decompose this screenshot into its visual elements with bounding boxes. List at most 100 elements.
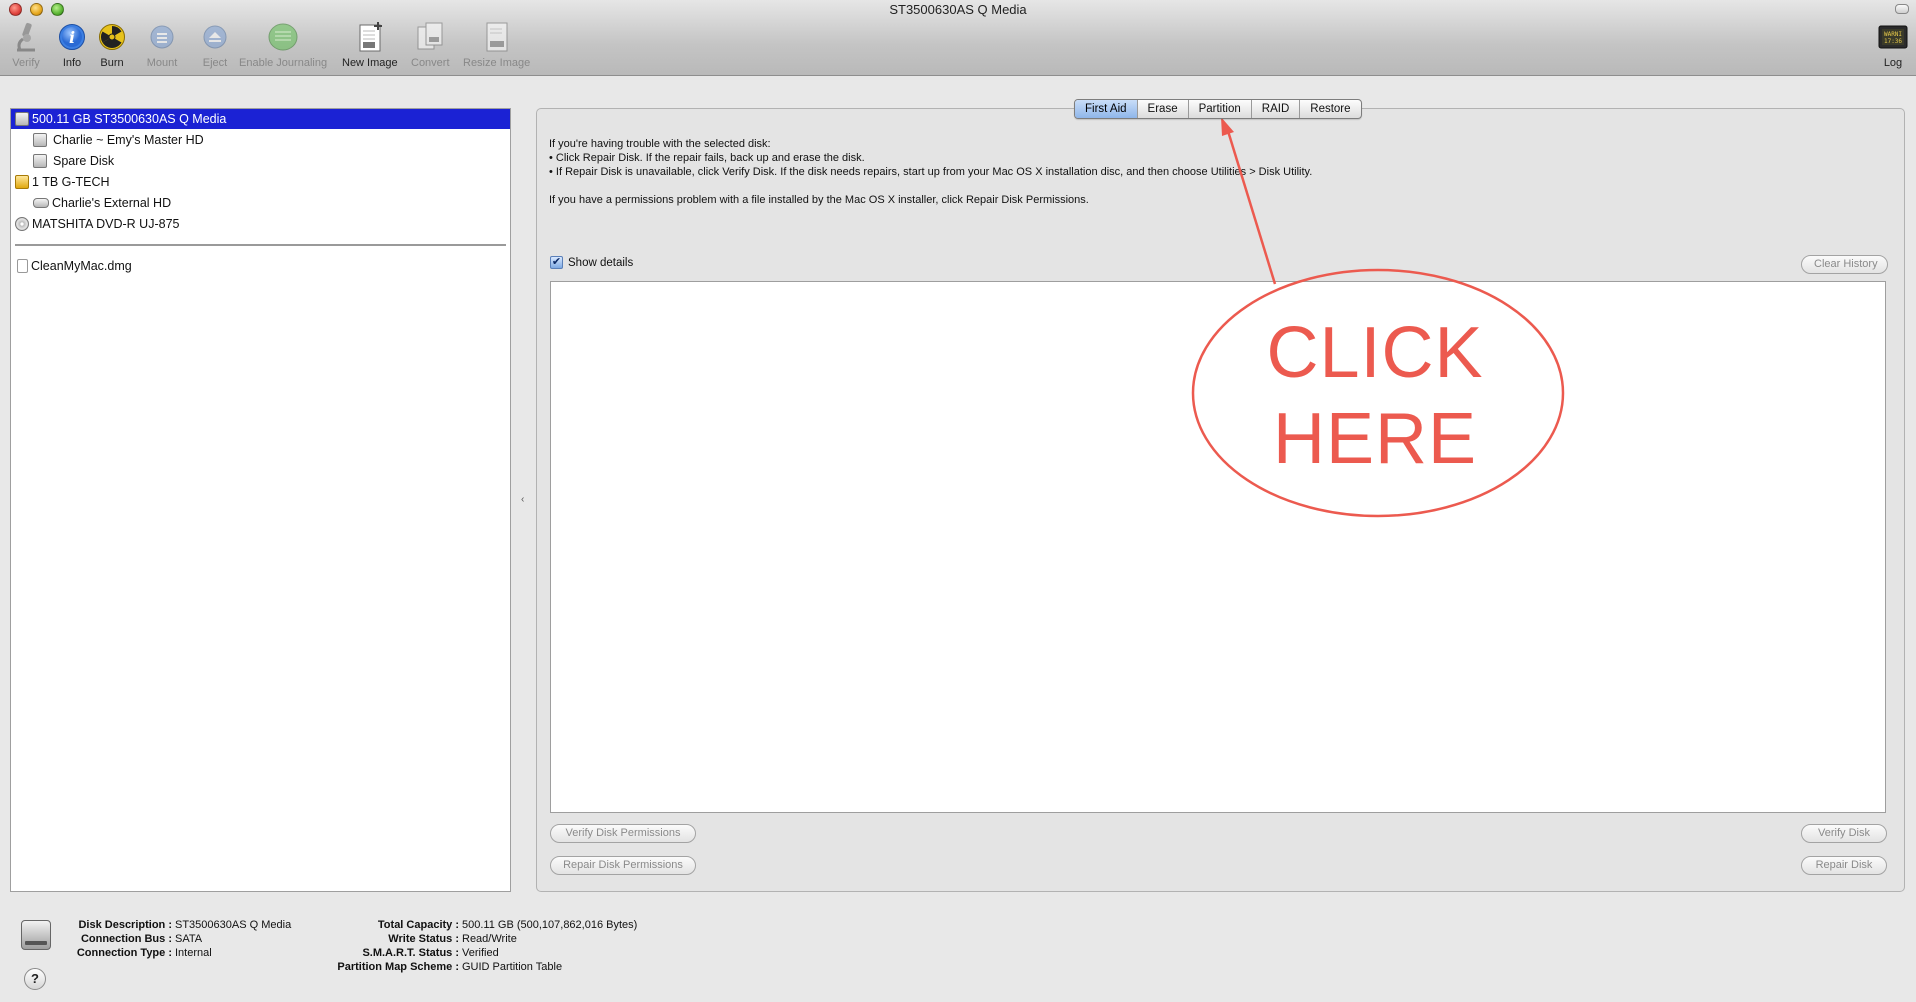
annotation-text-line: CLICK <box>1266 313 1484 393</box>
repair-disk-button[interactable]: Repair Disk <box>1801 856 1887 875</box>
smart-status-row: S.M.A.R.T. Status : Verified <box>320 946 637 960</box>
toolbar: Verify i Info Burn Mount Eject Enable Jo… <box>0 20 1916 76</box>
sidebar-item-label: Charlie ~ Emy's Master HD <box>53 133 204 147</box>
info-key: Disk Description : <box>78 919 172 931</box>
instructions-intro: If you're having trouble with the select… <box>549 138 771 150</box>
new-image-label: New Image <box>342 57 398 69</box>
svg-text:i: i <box>69 28 75 47</box>
info-key: Partition Map Scheme : <box>337 961 459 973</box>
tab-erase[interactable]: Erase <box>1138 100 1189 118</box>
sidebar-item-spare-disk-volume[interactable]: Spare Disk <box>11 151 510 171</box>
verify-label: Verify <box>12 57 40 69</box>
external-drive-icon <box>15 175 29 189</box>
burn-toolbar-button[interactable]: Burn <box>95 20 129 76</box>
mount-toolbar-button[interactable]: Mount <box>145 20 179 76</box>
log-toolbar-button[interactable]: WARNI 17:36 Log <box>1876 20 1910 76</box>
convert-toolbar-button[interactable]: Convert <box>411 20 450 76</box>
sidebar-item-dvd-drive[interactable]: MATSHITA DVD-R UJ-875 <box>11 214 510 234</box>
permissions-note: If you have a permissions problem with a… <box>549 194 1089 206</box>
info-value: GUID Partition Table <box>462 961 563 973</box>
sidebar-item-label: CleanMyMac.dmg <box>31 259 132 273</box>
new-image-icon <box>353 20 387 54</box>
volume-icon <box>33 154 47 168</box>
info-label: Info <box>62 57 82 69</box>
eject-label: Eject <box>202 57 228 69</box>
partition-map-scheme-row: Partition Map Scheme : GUID Partition Ta… <box>320 960 637 974</box>
tab-bar: First Aid Erase Partition RAID Restore <box>1074 99 1362 119</box>
journal-icon <box>266 20 300 54</box>
sidebar-item-external-hd-volume[interactable]: Charlie's External HD <box>11 193 510 213</box>
sidebar-item-st3500630as-disk[interactable]: 500.11 GB ST3500630AS Q Media <box>11 109 510 129</box>
info-value: ST3500630AS Q Media <box>175 919 292 931</box>
mount-label: Mount <box>146 57 178 69</box>
hard-drive-icon <box>15 112 29 126</box>
sidebar-item-label: 1 TB G-TECH <box>32 175 110 189</box>
info-key: Connection Type : <box>76 947 172 959</box>
new-image-toolbar-button[interactable]: New Image <box>342 20 398 76</box>
toolbar-toggle-button[interactable] <box>1895 4 1909 14</box>
tab-restore[interactable]: Restore <box>1300 100 1360 118</box>
first-aid-instructions: If you're having trouble with the select… <box>549 137 1312 207</box>
console-log-icon: WARNI 17:36 <box>1876 20 1910 54</box>
info-value: 500.11 GB (500,107,862,016 Bytes) <box>462 919 638 931</box>
tab-raid[interactable]: RAID <box>1252 100 1301 118</box>
eject-toolbar-button[interactable]: Eject <box>198 20 232 76</box>
info-key: Connection Bus : <box>80 933 172 945</box>
info-key: Total Capacity : <box>377 919 459 931</box>
sidebar-item-g-tech-disk[interactable]: 1 TB G-TECH <box>11 172 510 192</box>
sidebar-item-label: 500.11 GB ST3500630AS Q Media <box>32 112 227 126</box>
convert-label: Convert <box>411 57 450 69</box>
sidebar-item-cleanmymac-image[interactable]: CleanMyMac.dmg <box>11 256 510 276</box>
tab-first-aid[interactable]: First Aid <box>1075 100 1138 118</box>
convert-icon <box>413 20 447 54</box>
info-value: SATA <box>175 933 203 945</box>
split-view-handle[interactable]: ‹ <box>521 494 524 505</box>
disk-info-left: Disk Description : ST3500630AS Q Media C… <box>60 918 291 960</box>
info-key: Write Status : <box>388 933 459 945</box>
window-title: ST3500630AS Q Media <box>889 2 1027 17</box>
show-details-label: Show details <box>568 256 634 269</box>
checkmark-icon: ✔ <box>550 256 563 269</box>
help-button[interactable]: ? <box>24 968 46 990</box>
tab-partition[interactable]: Partition <box>1189 100 1252 118</box>
instructions-bullet: • Click Repair Disk. If the repair fails… <box>549 152 865 164</box>
instructions-bullet: • If Repair Disk is unavailable, click V… <box>549 166 1313 178</box>
resize-image-toolbar-button[interactable]: Resize Image <box>463 20 530 76</box>
show-details-checkbox[interactable]: ✔ Show details <box>550 256 633 269</box>
microscope-icon <box>9 20 43 54</box>
svg-text:WARNI: WARNI <box>1884 31 1902 38</box>
info-value: Read/Write <box>462 933 517 945</box>
connection-bus-row: Connection Bus : SATA <box>60 932 291 946</box>
clear-history-button[interactable]: Clear History <box>1801 255 1888 274</box>
enable-journaling-label: Enable Journaling <box>239 57 328 69</box>
info-toolbar-button[interactable]: i Info <box>55 20 89 76</box>
disk-description-row: Disk Description : ST3500630AS Q Media <box>60 918 291 932</box>
mount-icon <box>145 20 179 54</box>
annotation-text-line: HERE <box>1272 399 1478 479</box>
verify-toolbar-button[interactable]: Verify <box>9 20 43 76</box>
info-value: Internal <box>175 947 212 959</box>
sidebar-item-label: Charlie's External HD <box>52 196 172 210</box>
info-value: Verified <box>462 947 499 959</box>
svg-text:17:36: 17:36 <box>1884 38 1902 45</box>
radiation-icon <box>95 20 129 54</box>
sidebar-divider <box>15 244 506 246</box>
eject-icon <box>198 20 232 54</box>
disk-info-bar: ? Disk Description : ST3500630AS Q Media… <box>0 900 1916 1002</box>
repair-disk-permissions-button[interactable]: Repair Disk Permissions <box>550 856 696 875</box>
verify-disk-button[interactable]: Verify Disk <box>1801 824 1887 843</box>
sidebar-item-label: Spare Disk <box>53 154 115 168</box>
disk-list-sidebar[interactable]: 500.11 GB ST3500630AS Q Media Charlie ~ … <box>10 108 511 892</box>
sidebar-item-label: MATSHITA DVD-R UJ-875 <box>32 217 180 231</box>
write-status-row: Write Status : Read/Write <box>320 932 637 946</box>
enable-journaling-toolbar-button[interactable]: Enable Journaling <box>239 20 327 76</box>
info-icon: i <box>55 20 89 54</box>
log-label: Log <box>1883 57 1903 69</box>
burn-label: Burn <box>100 57 124 69</box>
resize-image-icon <box>480 20 514 54</box>
verify-disk-permissions-button[interactable]: Verify Disk Permissions <box>550 824 696 843</box>
optical-drive-icon <box>15 217 29 231</box>
disk-image-icon <box>17 259 28 273</box>
sidebar-item-master-hd-volume[interactable]: Charlie ~ Emy's Master HD <box>11 130 510 150</box>
hard-drive-icon <box>21 920 51 950</box>
